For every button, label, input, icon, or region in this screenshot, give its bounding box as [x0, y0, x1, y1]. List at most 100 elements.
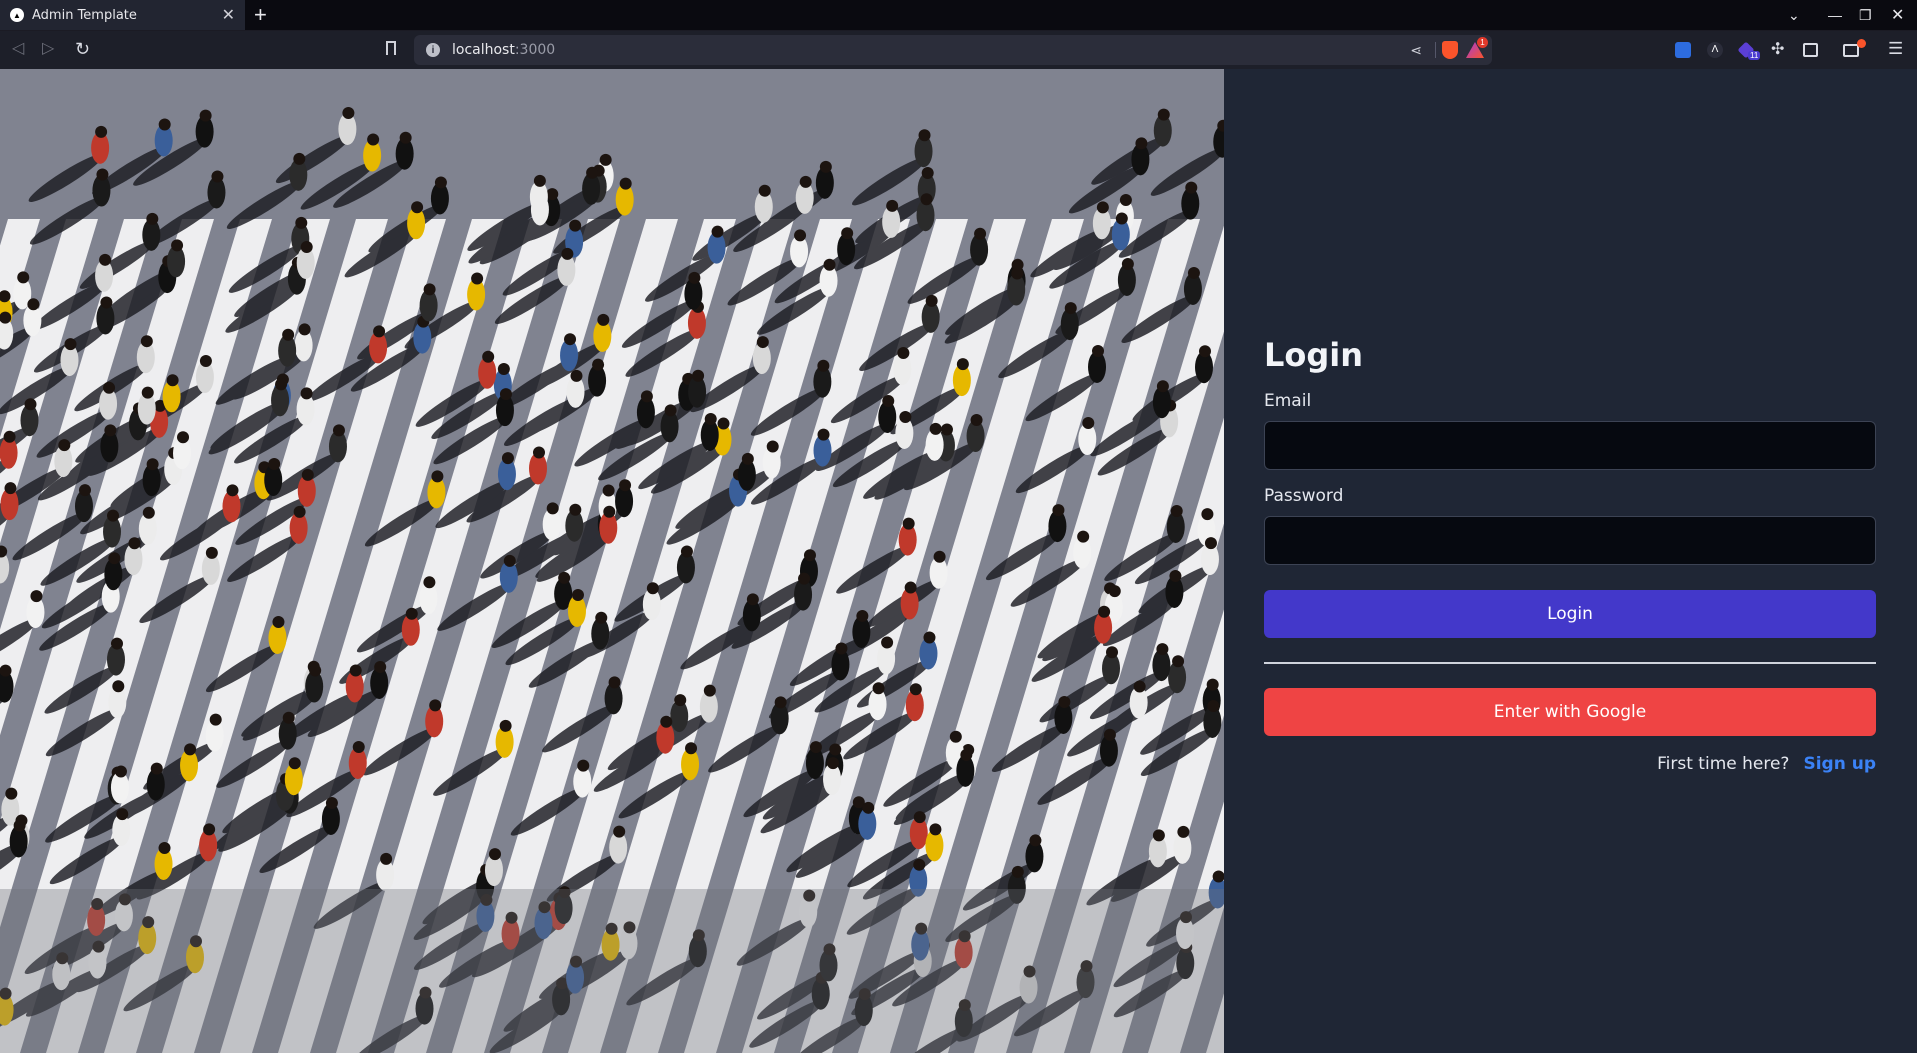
pedestrian-head [488, 848, 501, 861]
pedestrian-head [268, 458, 281, 471]
google-login-button[interactable]: Enter with Google [1264, 688, 1876, 736]
pedestrian-head [209, 713, 222, 726]
tab-close-icon[interactable]: ✕ [222, 5, 235, 25]
pedestrian-head [1121, 257, 1134, 270]
sidebar-icon[interactable] [1803, 43, 1818, 57]
pedestrian-head [146, 458, 159, 471]
pedestrian-head [342, 107, 355, 120]
pedestrian-head [703, 684, 716, 697]
email-field[interactable] [1264, 421, 1876, 470]
brave-shield-icon[interactable] [1442, 41, 1458, 59]
share-icon[interactable]: ⋖ [1410, 42, 1422, 59]
pedestrian-head [664, 404, 677, 417]
pedestrian-head [429, 699, 442, 712]
pedestrian-head [301, 468, 314, 481]
pedestrian-head [956, 358, 969, 371]
pedestrian-head [819, 160, 832, 173]
bitwarden-extension-icon[interactable] [1675, 42, 1691, 58]
pedestrian-head [24, 398, 37, 411]
pedestrian-head [798, 572, 811, 585]
pedestrian-head [332, 424, 345, 437]
pedestrian-head [431, 470, 444, 483]
pedestrian-head [774, 696, 787, 709]
pedestrian-head [380, 852, 393, 865]
pedestrian-head [794, 229, 807, 242]
pedestrian-head [298, 323, 311, 336]
pedestrian-head [1135, 137, 1148, 150]
pedestrian-head [78, 484, 91, 497]
puzzle-icon[interactable]: ✣ [1771, 40, 1784, 60]
pedestrian-head [373, 325, 386, 338]
pedestrian-head [199, 109, 212, 122]
pedestrian-head [592, 358, 605, 371]
pedestrian-head [205, 546, 218, 559]
pedestrian-head [300, 387, 313, 400]
pedestrian-head [503, 554, 516, 567]
pedestrian-head [608, 676, 621, 689]
pedestrian-head [882, 394, 895, 407]
pedestrian-head [295, 216, 308, 229]
browser-tab[interactable]: ▲ Admin Template ✕ [0, 0, 245, 30]
minimize-icon[interactable]: — [1828, 0, 1842, 30]
pedestrian-head [817, 428, 830, 441]
pedestrian-head [367, 133, 380, 146]
pedestrian-head [1156, 380, 1169, 393]
tab-title: Admin Template [32, 7, 137, 23]
bookmark-icon[interactable] [386, 41, 396, 55]
pedestrian-head [685, 742, 698, 755]
tab-list-chevron-icon[interactable]: ⌄ [1788, 0, 1800, 30]
pedestrian-head [619, 177, 632, 190]
pedestrian-head [586, 166, 599, 179]
hero-photo [0, 69, 1224, 1053]
pedestrian-head [949, 730, 962, 743]
pedestrian-head [1098, 605, 1111, 618]
pedestrian-head [756, 336, 769, 349]
wallet-icon[interactable] [1843, 44, 1859, 57]
pedestrian-head [226, 484, 239, 497]
pedestrian-head [597, 313, 610, 326]
pedestrian-head [100, 296, 113, 309]
pedestrian-head [349, 664, 362, 677]
rewards-badge: 1 [1477, 37, 1488, 48]
reload-icon[interactable]: ↻ [75, 39, 90, 59]
login-button[interactable]: Login [1264, 590, 1876, 638]
signup-link[interactable]: Sign up [1803, 754, 1876, 774]
wallet-notification-dot [1857, 39, 1866, 48]
url-separator [1435, 42, 1436, 58]
pedestrian-head [599, 153, 612, 166]
email-label: Email [1264, 391, 1312, 411]
form-divider [1264, 662, 1876, 664]
pedestrian-head [569, 503, 582, 516]
pedestrian-head [746, 593, 759, 606]
pedestrian-head [809, 741, 822, 754]
pedestrian-head [640, 390, 653, 403]
pedestrian-head [564, 333, 577, 346]
pedestrian-head [913, 858, 926, 871]
pedestrian-head [602, 484, 615, 497]
window-close-icon[interactable]: ✕ [1891, 0, 1904, 30]
pedestrian-head [282, 328, 295, 341]
pedestrian-head [399, 131, 412, 144]
password-field[interactable] [1264, 516, 1876, 565]
address-bar[interactable]: i localhost:3000 ⋖ 1 [414, 35, 1492, 65]
pedestrian-head [374, 660, 387, 673]
pedestrian-head [1199, 345, 1212, 358]
pedestrian-head [829, 743, 842, 756]
extension-a-icon[interactable]: Λ [1707, 42, 1723, 58]
pedestrian-head [17, 271, 30, 284]
pedestrian-head [1029, 834, 1042, 847]
site-info-icon[interactable]: i [426, 43, 440, 57]
restore-icon[interactable]: ❐ [1859, 0, 1872, 30]
pedestrian-head [862, 801, 875, 814]
pedestrian-head [904, 581, 917, 594]
pedestrian-head [970, 414, 983, 427]
hamburger-menu-icon[interactable]: ☰ [1888, 39, 1903, 59]
new-tab-button[interactable]: + [254, 3, 267, 27]
pedestrian-head [184, 743, 197, 756]
forward-icon[interactable]: ▷ [42, 39, 54, 59]
pedestrian-head [909, 683, 922, 696]
pedestrian-head [177, 431, 190, 444]
pedestrian-head [499, 719, 512, 732]
back-icon[interactable]: ◁ [12, 39, 24, 59]
pedestrian-head [1052, 504, 1065, 517]
